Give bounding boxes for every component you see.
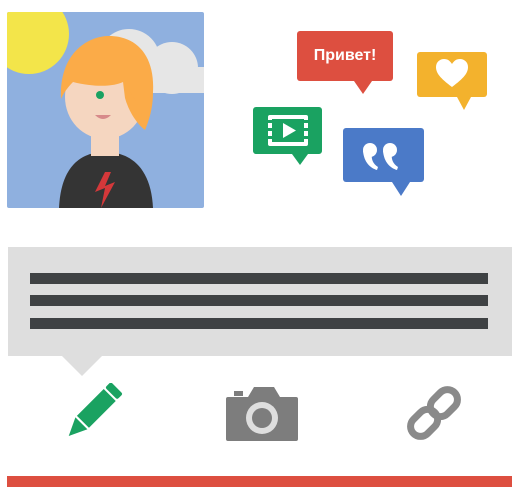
social-bubbles	[0, 0, 512, 240]
link-button[interactable]	[403, 383, 465, 443]
accent-bar	[7, 476, 512, 487]
heart-bubble	[417, 52, 487, 110]
text-line-placeholder	[30, 295, 488, 306]
video-bubble	[253, 107, 322, 165]
text-line-placeholder	[30, 273, 488, 284]
text-line-placeholder	[30, 318, 488, 329]
link-icon	[407, 386, 461, 440]
camera-button[interactable]	[224, 383, 300, 443]
composer-pointer	[61, 355, 103, 376]
quote-bubble	[343, 128, 424, 196]
greeting-bubble-text: Привет!	[313, 47, 377, 64]
write-button[interactable]	[59, 382, 123, 443]
camera-icon	[226, 387, 298, 441]
post-composer[interactable]	[8, 247, 512, 356]
pencil-icon	[68, 382, 122, 436]
video-play-icon	[268, 115, 308, 146]
bubbles-illustration	[253, 31, 487, 196]
